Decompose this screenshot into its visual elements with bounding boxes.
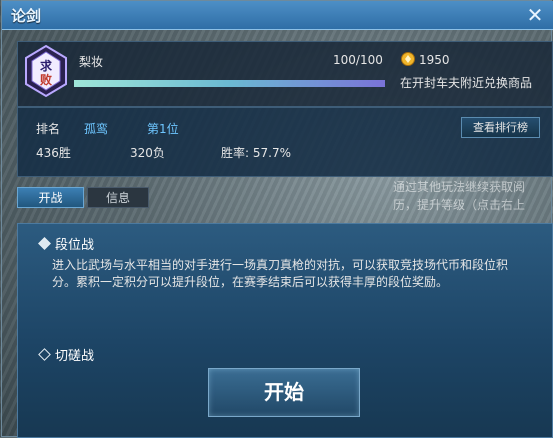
ranked-mode-description: 进入比武场与水平相当的对手进行一场真刀真枪的对抗，可以获取竞技场代币和段位积分。… [52, 258, 509, 289]
radio-unselected-icon [38, 348, 51, 361]
rank-emblem-icon: 求 败 [25, 44, 67, 98]
hp-bar [74, 80, 385, 87]
title-bar: 论剑 ✕ [2, 1, 553, 30]
ranked-mode-option[interactable]: 段位战 [38, 234, 95, 253]
svg-text:求: 求 [40, 58, 53, 73]
arena-coin-icon [401, 52, 415, 66]
ranked-mode-label: 段位战 [55, 238, 95, 253]
svg-text:败: 败 [40, 72, 52, 87]
rank-label: 排名 [36, 122, 61, 136]
tab-battle[interactable]: 开战 [17, 187, 84, 208]
rank-tier: 孤鸾 [84, 122, 109, 136]
exchange-hint: 在开封车夫附近兑换商品 [400, 76, 533, 90]
hp-value: 100/100 [333, 53, 383, 67]
view-leaderboard-button[interactable]: 查看排行榜 [461, 117, 540, 138]
losses-count: 320负 [130, 146, 165, 160]
wins-count: 436胜 [36, 146, 71, 160]
close-icon[interactable]: ✕ [524, 4, 546, 26]
radio-selected-icon [38, 237, 51, 250]
spar-mode-option[interactable]: 切磋战 [38, 345, 95, 364]
spar-mode-label: 切磋战 [55, 349, 95, 364]
win-rate: 胜率: 57.7% [221, 146, 291, 160]
tab-info[interactable]: 信息 [87, 187, 149, 208]
start-button[interactable]: 开始 [208, 368, 360, 417]
battle-content-panel: 段位战 进入比武场与水平相当的对手进行一场真刀真枪的对抗，可以获取竞技场代币和段… [17, 223, 553, 438]
rank-position: 第1位 [147, 122, 179, 136]
hp-bar-fill [74, 80, 385, 87]
arena-window: 论剑 ✕ 求 败 梨妆 100/100 1950 在开封车夫附近兑换商品 排名 … [1, 0, 553, 438]
window-title: 论剑 [11, 7, 42, 25]
player-name: 梨妆 [79, 55, 104, 69]
rank-panel: 排名 孤鸾 第1位 查看排行榜 436胜 320负 胜率: 57.7% [17, 107, 553, 177]
coin-amount: 1950 [419, 53, 450, 67]
player-info-panel: 求 败 梨妆 100/100 1950 在开封车夫附近兑换商品 [17, 41, 553, 107]
